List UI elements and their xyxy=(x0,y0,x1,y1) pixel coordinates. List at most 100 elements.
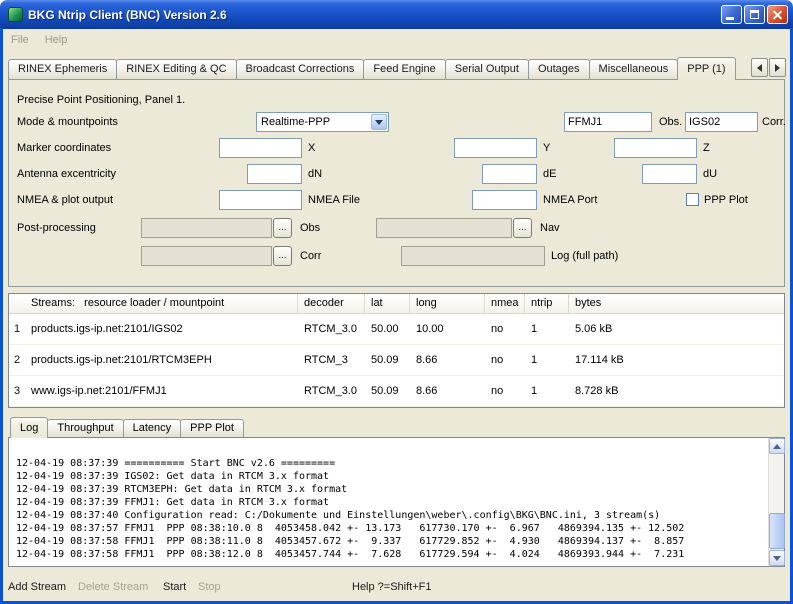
obs-mountpoint-input[interactable] xyxy=(564,112,652,132)
postproc-corr-label: Corr xyxy=(300,246,321,266)
tab-scroll-left-button[interactable] xyxy=(751,58,768,77)
scroll-down-button[interactable] xyxy=(769,550,785,566)
chevron-down-icon xyxy=(375,120,383,125)
column-header-mountpoint: Streams: resource loader / mountpoint xyxy=(25,294,298,313)
marker-z-input[interactable] xyxy=(614,138,697,158)
column-header-lat: lat xyxy=(365,294,410,313)
antenna-dn-label: dN xyxy=(308,164,322,184)
nmea-file-input[interactable] xyxy=(219,190,302,210)
title-bar[interactable]: BKG Ntrip Client (BNC) Version 2.6 xyxy=(0,0,793,29)
vertical-scrollbar[interactable] xyxy=(768,438,784,566)
cell-ntrip: 1 xyxy=(525,345,569,375)
cell-mountpoint: products.igs-ip.net:2101/IGS02 xyxy=(25,314,298,344)
column-header-bytes: bytes xyxy=(569,294,784,313)
minimize-button[interactable] xyxy=(721,5,742,24)
streams-table-header: Streams: resource loader / mountpoint de… xyxy=(9,294,784,314)
log-line: 12-04-19 08:37:40 Configuration read: C:… xyxy=(16,509,763,522)
nmea-port-label: NMEA Port xyxy=(543,190,597,210)
corr-mountpoint-input[interactable] xyxy=(685,112,758,132)
close-button[interactable] xyxy=(767,5,788,24)
maximize-icon xyxy=(750,10,759,19)
marker-y-input[interactable] xyxy=(454,138,537,158)
tab-log[interactable]: Log xyxy=(10,417,48,438)
cell-nmea: no xyxy=(485,376,525,406)
cell-lat: 50.00 xyxy=(365,314,410,344)
column-header-long: long xyxy=(410,294,485,313)
tab-miscellaneous[interactable]: Miscellaneous xyxy=(589,59,679,79)
cell-decoder: RTCM_3.0 xyxy=(298,314,365,344)
tab-scroll-right-button[interactable] xyxy=(769,58,786,77)
cell-ntrip: 1 xyxy=(525,314,569,344)
tab-serial-output[interactable]: Serial Output xyxy=(445,59,529,79)
add-stream-button[interactable]: Add Stream xyxy=(8,578,66,596)
row-number: 2 xyxy=(9,345,25,375)
arrow-down-icon xyxy=(773,556,781,561)
scrollbar-thumb[interactable] xyxy=(769,513,785,549)
stop-button: Stop xyxy=(198,578,221,596)
column-header-decoder: decoder xyxy=(298,294,365,313)
table-row[interactable]: 2 products.igs-ip.net:2101/RTCM3EPH RTCM… xyxy=(9,345,784,376)
app-icon[interactable] xyxy=(8,7,23,22)
antenna-de-input[interactable] xyxy=(482,164,537,184)
antenna-de-label: dE xyxy=(543,164,556,184)
tab-throughput[interactable]: Throughput xyxy=(47,419,123,437)
browse-obs-button[interactable]: ... xyxy=(273,218,292,238)
tab-ppp-1[interactable]: PPP (1) xyxy=(677,57,735,80)
mode-combobox[interactable]: Realtime-PPP xyxy=(256,112,389,132)
postproc-corr-input xyxy=(141,246,272,266)
cell-mountpoint: products.igs-ip.net:2101/RTCM3EPH xyxy=(25,345,298,375)
log-view: 12-04-19 08:37:39 ========== Start BNC v… xyxy=(8,437,785,567)
window-title: BKG Ntrip Client (BNC) Version 2.6 xyxy=(28,8,719,22)
mode-combobox-value: Realtime-PPP xyxy=(261,113,330,131)
table-row[interactable]: 3 www.igs-ip.net:2101/FFMJ1 RTCM_3.0 50.… xyxy=(9,376,784,407)
start-button[interactable]: Start xyxy=(163,578,186,596)
marker-x-input[interactable] xyxy=(219,138,302,158)
log-line: 12-04-19 08:37:57 FFMJ1 PPP 08:38:10.0 8… xyxy=(16,522,763,535)
antenna-du-input[interactable] xyxy=(642,164,697,184)
cell-mountpoint: www.igs-ip.net:2101/FFMJ1 xyxy=(25,376,298,406)
cell-ntrip: 1 xyxy=(525,376,569,406)
tab-outages[interactable]: Outages xyxy=(528,59,590,79)
antenna-dn-input[interactable] xyxy=(247,164,302,184)
cell-decoder: RTCM_3.0 xyxy=(298,376,365,406)
postproc-log-label: Log (full path) xyxy=(551,246,618,266)
ppp-plot-checkbox[interactable] xyxy=(686,193,699,206)
delete-stream-button: Delete Stream xyxy=(78,578,148,596)
tab-bar: RINEX Ephemeris RINEX Editing & QC Broad… xyxy=(8,56,735,79)
log-line: 12-04-19 08:37:39 ========== Start BNC v… xyxy=(16,457,763,470)
maximize-button[interactable] xyxy=(744,5,765,24)
cell-long: 8.66 xyxy=(410,376,485,406)
tab-ppp-plot[interactable]: PPP Plot xyxy=(180,419,244,437)
nmea-port-input[interactable] xyxy=(472,190,537,210)
table-row[interactable]: 1 products.igs-ip.net:2101/IGS02 RTCM_3.… xyxy=(9,314,784,345)
ppp-plot-label: PPP Plot xyxy=(704,190,748,210)
mode-mountpoints-label: Mode & mountpoints xyxy=(17,112,118,132)
browse-corr-button[interactable]: ... xyxy=(273,246,292,266)
streams-table: Streams: resource loader / mountpoint de… xyxy=(8,293,785,408)
marker-y-label: Y xyxy=(543,138,550,158)
tab-latency[interactable]: Latency xyxy=(123,419,182,437)
cell-nmea: no xyxy=(485,345,525,375)
cell-lat: 50.09 xyxy=(365,345,410,375)
cell-long: 10.00 xyxy=(410,314,485,344)
tab-feed-engine[interactable]: Feed Engine xyxy=(363,59,445,79)
cell-long: 8.66 xyxy=(410,345,485,375)
menu-item-file[interactable]: File xyxy=(3,31,37,49)
cell-bytes: 8.728 kB xyxy=(569,376,784,406)
row-number: 1 xyxy=(9,314,25,344)
browse-nav-button[interactable]: ... xyxy=(513,218,532,238)
postproc-obs-input xyxy=(141,218,272,238)
column-header-ntrip: ntrip xyxy=(525,294,569,313)
ppp-panel: Precise Point Positioning, Panel 1. Mode… xyxy=(8,79,785,287)
menu-item-help[interactable]: Help xyxy=(37,31,76,49)
corr-label: Corr. xyxy=(762,112,786,132)
tab-rinex-editing-qc[interactable]: RINEX Editing & QC xyxy=(116,59,236,79)
tab-broadcast-corrections[interactable]: Broadcast Corrections xyxy=(236,59,365,79)
log-line: 12-04-19 08:37:39 RTCM3EPH: Get data in … xyxy=(16,483,763,496)
scroll-up-button[interactable] xyxy=(769,438,785,454)
nmea-file-label: NMEA File xyxy=(308,190,360,210)
cell-nmea: no xyxy=(485,314,525,344)
tab-scroll-buttons xyxy=(750,58,786,77)
post-processing-label: Post-processing xyxy=(17,218,96,238)
tab-rinex-ephemeris[interactable]: RINEX Ephemeris xyxy=(8,59,117,79)
